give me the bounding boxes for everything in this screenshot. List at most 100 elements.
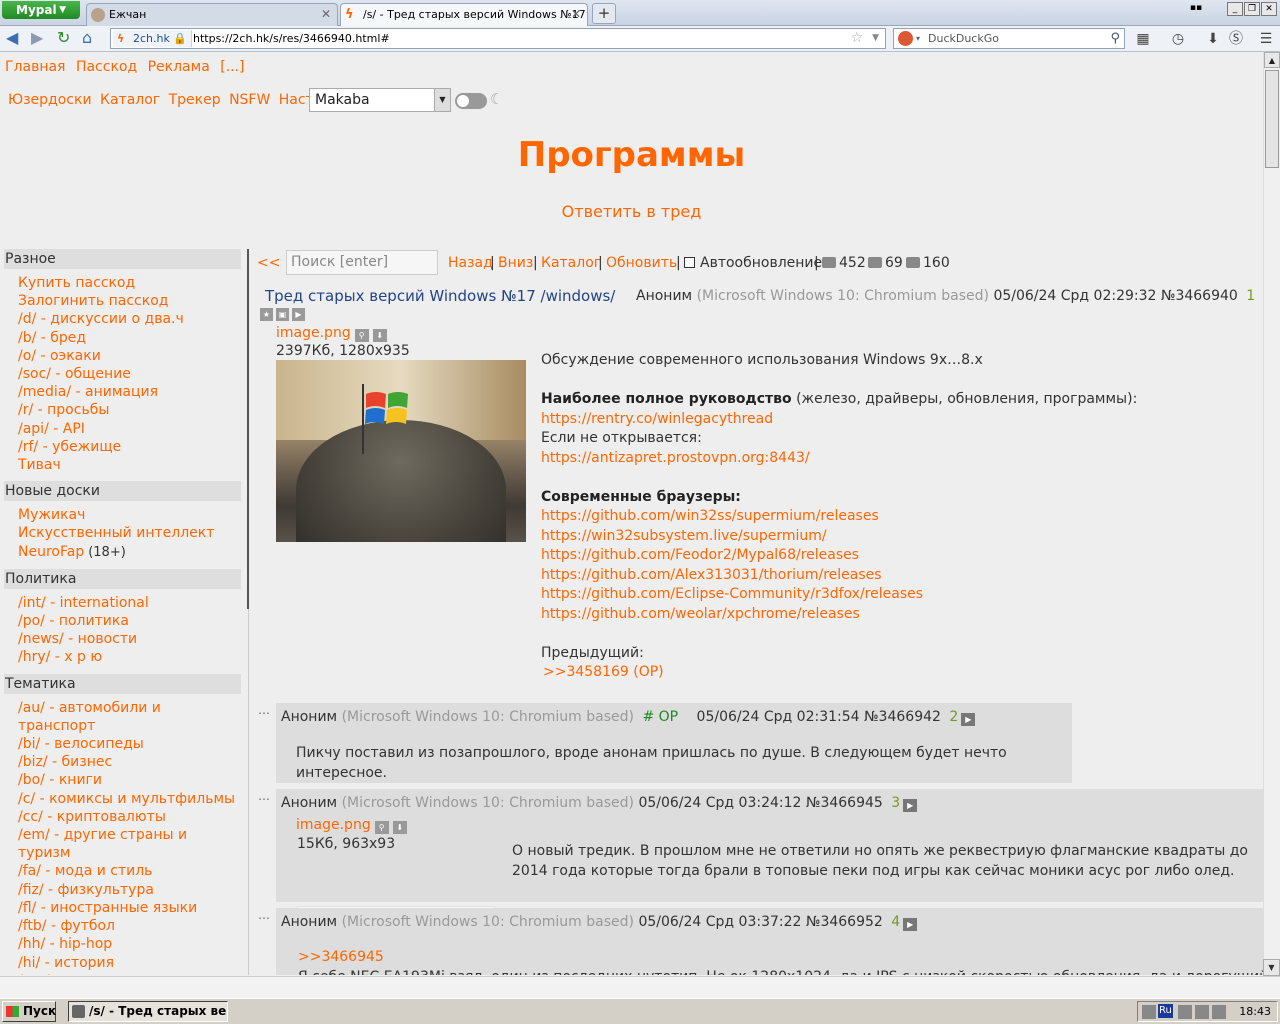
tray-icon[interactable] bbox=[1212, 1005, 1226, 1019]
sidebar-item[interactable]: Купить пасскод bbox=[4, 274, 241, 292]
play-icon[interactable]: ▶ bbox=[961, 713, 976, 726]
link-back[interactable]: Назад bbox=[448, 255, 493, 271]
restore-button[interactable]: ❐ bbox=[1244, 2, 1260, 16]
post-number[interactable]: №3466945 bbox=[806, 795, 883, 811]
reload-icon[interactable]: ↻ bbox=[57, 29, 70, 47]
previous-thread-link[interactable]: >>3458169 (OP) bbox=[541, 664, 664, 680]
nav-home[interactable]: Главная bbox=[5, 59, 65, 75]
download-icon[interactable]: ⬇ bbox=[372, 329, 387, 342]
post-menu-icon[interactable]: ⋯ bbox=[258, 911, 270, 925]
nav-nsfw[interactable]: NSFW bbox=[229, 92, 270, 108]
sidebar-item[interactable]: Тивач bbox=[4, 456, 241, 474]
sidebar-item[interactable]: /bi/ - велосипеды bbox=[4, 735, 241, 753]
thread-search-input[interactable]: Поиск [enter] bbox=[286, 250, 438, 275]
nav-ads[interactable]: Реклама bbox=[148, 59, 210, 75]
file-link[interactable]: image.png bbox=[276, 325, 351, 341]
sidebar-item[interactable]: /cc/ - криптовалюты bbox=[4, 808, 241, 826]
sidebar-item[interactable]: /news/ - новости bbox=[4, 630, 241, 648]
close-icon[interactable]: ✕ bbox=[321, 4, 331, 25]
download-icon[interactable]: ⬇ bbox=[1203, 30, 1223, 48]
scroll-thumb[interactable] bbox=[1265, 70, 1279, 168]
sidebar-item[interactable]: /api/ - API bbox=[4, 420, 241, 438]
play-icon[interactable]: ▶ bbox=[903, 799, 918, 812]
sidebar-item[interactable]: /rf/ - убежище bbox=[4, 438, 241, 456]
forward-arrow-icon[interactable]: ▶ bbox=[31, 29, 43, 47]
link-bottom[interactable]: Вниз bbox=[498, 255, 533, 271]
start-button[interactable]: Пуск bbox=[2, 1001, 56, 1022]
new-tab-button[interactable]: + bbox=[592, 3, 616, 24]
post-number[interactable]: №3466942 bbox=[864, 709, 941, 725]
chevron-down-icon[interactable]: ▾ bbox=[916, 29, 920, 48]
quote-link[interactable]: >>3466945 bbox=[298, 949, 384, 965]
address-bar[interactable]: ϟ 2ch.hk 🔒 https://2ch.hk/s/res/3466940.h… bbox=[110, 28, 886, 49]
op-image[interactable] bbox=[276, 360, 526, 542]
vertical-scrollbar[interactable]: ▲ bbox=[1263, 52, 1280, 976]
browser-link[interactable]: https://github.com/Eclipse-Community/r3d… bbox=[541, 586, 923, 602]
site-identity-button[interactable]: ϟ 2ch.hk 🔒 bbox=[113, 30, 193, 47]
browser-link[interactable]: https://github.com/win32ss/supermium/rel… bbox=[541, 508, 879, 524]
volume-icon[interactable] bbox=[1178, 1005, 1192, 1019]
post-menu-icon[interactable]: ⋯ bbox=[258, 706, 270, 720]
favorite-icon[interactable]: ★ bbox=[260, 308, 273, 321]
file-link[interactable]: image.png bbox=[296, 817, 371, 833]
sidebar-item[interactable]: /c/ - комиксы и мультфильмы bbox=[4, 790, 241, 808]
scroll-down-icon[interactable]: ▼ bbox=[1263, 959, 1280, 976]
sidebar-item[interactable]: /em/ - другие страны и туризм bbox=[4, 826, 241, 862]
home-icon[interactable]: ⌂ bbox=[82, 29, 92, 47]
sidebar-resize-handle[interactable] bbox=[247, 249, 249, 609]
download-icon[interactable]: ⬇ bbox=[392, 821, 407, 834]
network-icon[interactable] bbox=[1142, 1005, 1156, 1019]
sidebar-item[interactable]: /d/ - дискуссии о два.ч bbox=[4, 310, 241, 328]
sidebar-item[interactable]: /r/ - просьбы bbox=[4, 401, 241, 419]
menu-icon[interactable]: ☰ bbox=[1256, 30, 1276, 48]
sidebar-item[interactable]: /int/ - international bbox=[4, 594, 241, 612]
nav-more[interactable]: [...] bbox=[220, 59, 244, 75]
sidebar-item[interactable]: /me/ - медицина bbox=[4, 972, 241, 975]
reply-to-thread-link[interactable]: Ответить в тред bbox=[562, 202, 702, 221]
sidebar-item[interactable]: /hi/ - история bbox=[4, 954, 241, 972]
search-icon[interactable]: ⚲ bbox=[1110, 29, 1120, 48]
guide-link[interactable]: https://rentry.co/winlegacythread bbox=[541, 411, 773, 427]
sidebar-item[interactable]: /media/ - анимация bbox=[4, 383, 241, 401]
post-menu-icon[interactable]: ⋯ bbox=[258, 792, 270, 806]
sidebar-item[interactable]: /hry/ - х р ю bbox=[4, 648, 241, 666]
post-number[interactable]: №3466940 bbox=[1161, 288, 1238, 304]
history-icon[interactable]: ◷ bbox=[1168, 30, 1188, 48]
autoupdate-checkbox[interactable]: Автообновление bbox=[684, 255, 822, 271]
sidebar-item[interactable]: Мужикач bbox=[4, 506, 241, 524]
hide-icon[interactable]: ▣ bbox=[276, 308, 289, 321]
tray-icon[interactable] bbox=[1195, 1005, 1209, 1019]
collapse-sidebar-link[interactable]: << bbox=[257, 255, 280, 271]
sidebar-item[interactable]: /ftb/ - футбол bbox=[4, 917, 241, 935]
sidebar-item[interactable]: Искусственный интеллект bbox=[4, 524, 241, 542]
back-arrow-icon[interactable]: ◀ bbox=[6, 29, 18, 47]
post-number[interactable]: №3466952 bbox=[806, 914, 883, 930]
sidebar-item[interactable]: /hh/ - hip-hop bbox=[4, 935, 241, 953]
bookmark-star-icon[interactable]: ☆ bbox=[850, 29, 863, 47]
link-catalog[interactable]: Каталог bbox=[541, 255, 601, 271]
sidebar-item[interactable]: /o/ - оэкаки bbox=[4, 347, 241, 365]
taskbar-item[interactable]: /s/ - Тред старых ве... bbox=[68, 1001, 228, 1022]
scroll-up-icon[interactable]: ▲ bbox=[1264, 52, 1280, 68]
tab-list-icon[interactable]: ▪▪ bbox=[1188, 2, 1204, 16]
tab-ezhchan[interactable]: Ежчан ✕ bbox=[86, 3, 338, 26]
search-input[interactable]: ▾ DuckDuckGo ⚲ bbox=[893, 28, 1125, 49]
search-icon[interactable]: ⚲ bbox=[354, 329, 369, 342]
sidebar-item[interactable]: /fa/ - мода и стиль bbox=[4, 862, 241, 880]
sidebar-item[interactable]: /po/ - политика bbox=[4, 612, 241, 630]
bookmarks-icon[interactable]: ▦ bbox=[1133, 30, 1153, 48]
link-refresh[interactable]: Обновить bbox=[606, 255, 677, 271]
browser-link[interactable]: https://github.com/weolar/xpchrome/relea… bbox=[541, 606, 860, 622]
play-icon[interactable]: ▶ bbox=[292, 308, 305, 321]
sidebar-item[interactable]: /soc/ - общение bbox=[4, 365, 241, 383]
browser-link[interactable]: https://github.com/Feodor2/Mypal68/relea… bbox=[541, 547, 859, 563]
nav-passcode[interactable]: Пасскод bbox=[76, 59, 137, 75]
style-select[interactable]: Makaba ▼ bbox=[309, 88, 451, 112]
thread-subject[interactable]: Тред старых версий Windows №17 /windows/ bbox=[265, 287, 615, 305]
app-menu-button[interactable]: Mypal ▼ bbox=[2, 1, 80, 19]
nav-catalog[interactable]: Каталог bbox=[100, 92, 160, 108]
nav-tracker[interactable]: Трекер bbox=[169, 92, 221, 108]
close-window-button[interactable]: ✕ bbox=[1261, 2, 1277, 16]
close-icon[interactable]: ✕ bbox=[571, 4, 581, 25]
sidebar-item[interactable]: /b/ - бред bbox=[4, 329, 241, 347]
